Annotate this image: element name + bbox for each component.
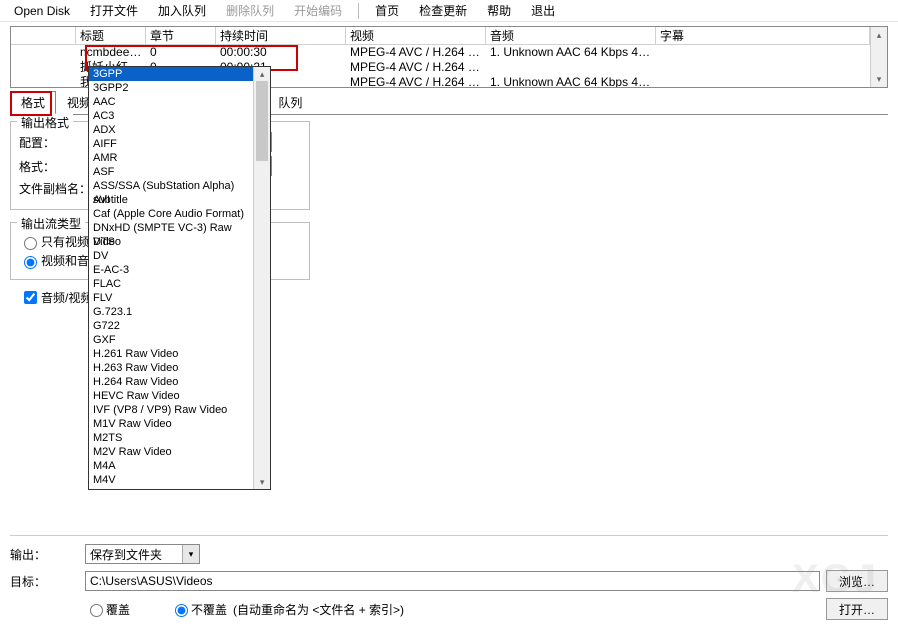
dropdown-option[interactable]: AAC [89,95,253,109]
col-subtitle[interactable]: 字幕 [656,27,870,45]
dropdown-option[interactable]: ASS/SSA (SubStation Alpha) subtitle [89,179,253,193]
checkbox-input[interactable] [24,291,37,304]
scroll-up-icon[interactable]: ▴ [877,27,882,43]
menu-help[interactable]: 帮助 [477,0,521,21]
settings-area: 输出格式 配置： 自定义 ▾ 格式： 3GPP ▾ 文件副档名： 输出流类型 [10,114,888,307]
dropdown-option[interactable]: M4V [89,473,253,487]
scroll-up-icon[interactable]: ▴ [254,67,270,81]
dropdown-option[interactable]: M2TS [89,431,253,445]
dropdown-option[interactable]: 3GPP [89,67,253,81]
group-title: 输出流类型 [17,215,85,232]
dropdown-option[interactable]: G722 [89,319,253,333]
dropdown-option[interactable]: FLAC [89,277,253,291]
file-table-header: 标题 章节 持续时间 视频 音频 字幕 [11,27,870,45]
target-label: 目标： [10,573,85,590]
col-audio[interactable]: 音频 [486,27,656,45]
dropdown-option[interactable]: AMR [89,151,253,165]
dropdown-option[interactable]: DV [89,249,253,263]
col-video[interactable]: 视频 [346,27,486,45]
table-row[interactable]: ncmbdeee… 0 00:00:30 MPEG-4 AVC / H.264 … [11,45,870,60]
radio-input[interactable] [175,604,188,617]
bottom-panel: 输出： 保存到文件夹 ▾ 目标： C:\Users\ASUS\Videos 浏览… [10,531,888,626]
output-combo[interactable]: 保存到文件夹 ▾ [85,544,200,564]
scroll-thumb[interactable] [256,81,268,161]
dropdown-option[interactable]: M1V Raw Video [89,417,253,431]
target-path-input[interactable]: C:\Users\ASUS\Videos [85,571,820,591]
tab-format[interactable]: 格式 [10,91,56,114]
menu-exit[interactable]: 退出 [521,0,565,21]
dropdown-option[interactable]: E-AC-3 [89,263,253,277]
target-row: 目标： C:\Users\ASUS\Videos 浏览… [10,570,888,592]
separator [10,535,888,536]
output-label: 输出： [10,546,85,563]
ext-label: 文件副档名： [19,180,94,197]
rename-hint: (自动重命名为 <文件名 + 索引>) [233,601,404,618]
menu-add-queue[interactable]: 加入队列 [148,0,216,21]
menu-check-update[interactable]: 检查更新 [409,0,477,21]
browse-button[interactable]: 浏览… [826,570,888,592]
dropdown-option[interactable]: IVF (VP8 / VP9) Raw Video [89,403,253,417]
col-blank[interactable] [11,27,76,45]
dropdown-scrollbar[interactable]: ▴ ▾ [253,67,270,489]
format-dropdown[interactable]: 3GPP3GPP2AACAC3ADXAIFFAMRASFASS/SSA (Sub… [88,66,271,490]
menu-home[interactable]: 首页 [365,0,409,21]
format-label: 格式： [19,158,94,175]
chevron-down-icon: ▾ [182,545,199,563]
file-list-scrollbar[interactable]: ▴ ▾ [870,27,887,87]
dropdown-option[interactable]: H.263 Raw Video [89,361,253,375]
open-button[interactable]: 打开… [826,598,888,620]
menu-open-file[interactable]: 打开文件 [80,0,148,21]
dropdown-option[interactable]: M4A [89,459,253,473]
radio-input[interactable] [90,604,103,617]
config-label: 配置： [19,134,94,151]
dropdown-option[interactable]: GXF [89,333,253,347]
scroll-down-icon[interactable]: ▾ [877,71,882,87]
dropdown-option[interactable]: M2V Raw Video [89,445,253,459]
dropdown-option[interactable]: ADX [89,123,253,137]
col-duration[interactable]: 持续时间 [216,27,346,45]
dropdown-option[interactable]: ASF [89,165,253,179]
overwrite-row: 覆盖 不覆盖 (自动重命名为 <文件名 + 索引>) 打开… [10,598,888,620]
tab-queue[interactable]: 队列 [267,91,313,114]
radio-overwrite[interactable]: 覆盖 [85,601,130,618]
menu-delete-queue: 删除队列 [216,0,284,21]
dropdown-option[interactable]: HEVC Raw Video [89,389,253,403]
dropdown-option[interactable]: H.264 Raw Video [89,375,253,389]
output-value: 保存到文件夹 [90,546,162,563]
dropdown-list: 3GPP3GPP2AACAC3ADXAIFFAMRASFASS/SSA (Sub… [89,67,253,489]
radio-no-overwrite[interactable]: 不覆盖 [170,601,227,618]
menu-start-encode: 开始编码 [284,0,352,21]
col-chapter[interactable]: 章节 [146,27,216,45]
col-title[interactable]: 标题 [76,27,146,45]
dropdown-option[interactable]: AIFF [89,137,253,151]
scroll-down-icon[interactable]: ▾ [254,475,270,489]
dropdown-option[interactable]: AC3 [89,109,253,123]
dropdown-option[interactable]: DNxHD (SMPTE VC-3) Raw Video [89,221,253,235]
dropdown-option[interactable]: 3GPP2 [89,81,253,95]
menu-separator [358,3,359,19]
radio-input[interactable] [24,256,37,269]
dropdown-option[interactable]: FLV [89,291,253,305]
dropdown-option[interactable]: DTS [89,235,253,249]
radio-input[interactable] [24,237,37,250]
dropdown-option[interactable]: G.723.1 [89,305,253,319]
menubar: Open Disk 打开文件 加入队列 删除队列 开始编码 首页 检查更新 帮助… [0,0,898,22]
output-row: 输出： 保存到文件夹 ▾ [10,544,888,564]
group-title: 输出格式 [17,114,73,131]
dropdown-option[interactable]: Caf (Apple Core Audio Format) [89,207,253,221]
dropdown-option[interactable]: H.261 Raw Video [89,347,253,361]
menu-open-disk[interactable]: Open Disk [4,2,80,20]
